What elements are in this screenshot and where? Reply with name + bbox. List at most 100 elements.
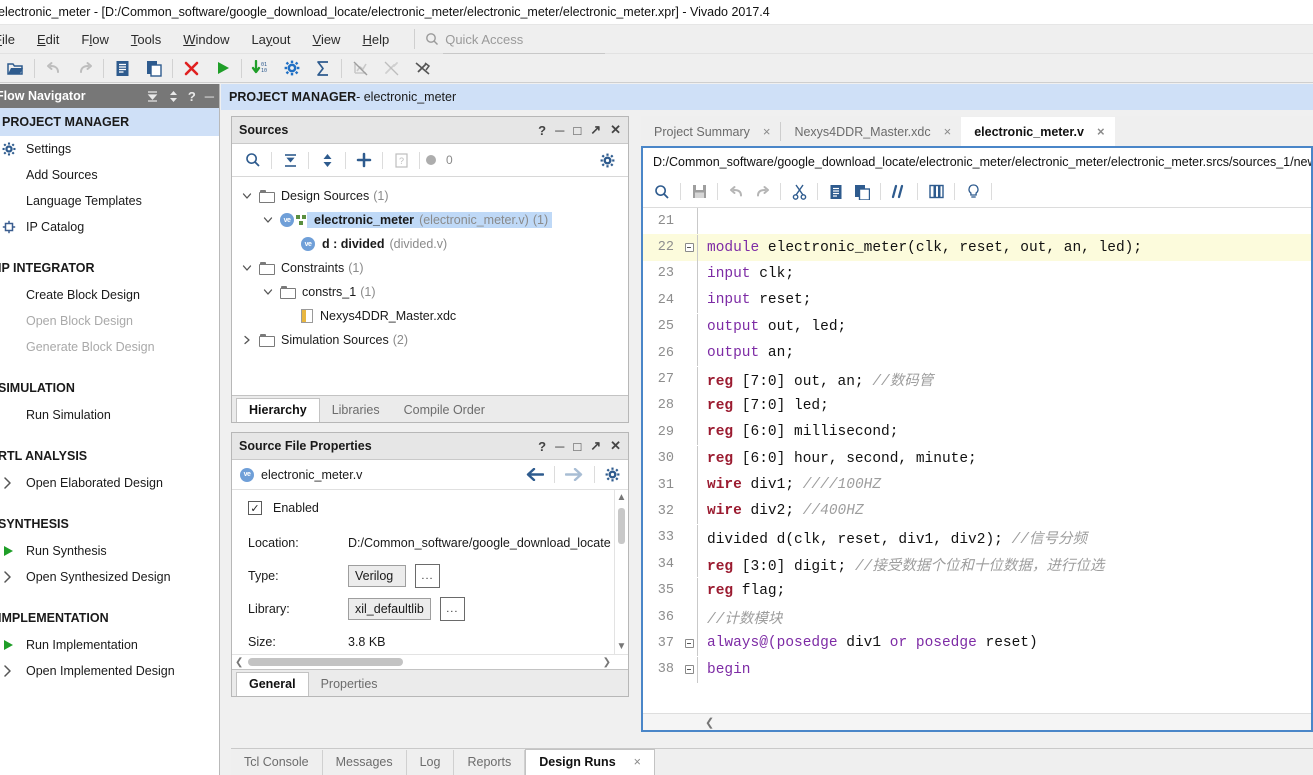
nav-section-rtl-analysis[interactable]: RTL ANALYSIS (0, 442, 219, 470)
open-project-icon[interactable] (0, 55, 31, 82)
code-line[interactable]: 31 wire div1; ////100HZ (643, 472, 1311, 499)
sources-tab-libraries[interactable]: Libraries (320, 399, 392, 422)
save-icon[interactable] (686, 179, 712, 205)
code-line[interactable]: 36 //计数模块 (643, 604, 1311, 631)
bottom-tab-design-runs[interactable]: Design Runs × (525, 749, 655, 775)
gear-icon[interactable] (605, 467, 620, 482)
menu-tools[interactable]: Tools (120, 29, 172, 50)
close-x-icon[interactable] (176, 55, 207, 82)
expand-all-icon[interactable] (314, 147, 340, 173)
settings-gear-icon[interactable] (276, 55, 307, 82)
nav-item-create-block-design[interactable]: Create Block Design (0, 282, 219, 308)
properties-tab-general[interactable]: General (236, 672, 309, 696)
close-icon[interactable]: × (1097, 124, 1105, 139)
scroll-right-icon[interactable]: ❯ (603, 657, 611, 668)
code-line[interactable]: 29 reg [6:0] millisecond; (643, 419, 1311, 446)
code-area[interactable]: 21 22 module electronic_meter(clk, reset, … (643, 208, 1311, 713)
chevron-down-icon[interactable] (261, 287, 275, 297)
nav-section-ip-integrator[interactable]: IP INTEGRATOR (0, 254, 219, 282)
nav-item-run-simulation[interactable]: Run Simulation (0, 402, 219, 428)
properties-vertical-scrollbar[interactable]: ▲ ▼ (614, 490, 628, 654)
collapse-all-icon[interactable] (146, 90, 159, 103)
collapse-all-icon[interactable] (277, 147, 303, 173)
code-line[interactable]: 23 input clk; (643, 260, 1311, 287)
scroll-left-icon[interactable]: ❮ (232, 657, 243, 668)
maximize-icon[interactable]: □ (573, 439, 581, 454)
help-icon[interactable]: ? (538, 439, 546, 454)
chevron-down-icon[interactable] (240, 263, 254, 273)
nav-item-add-sources[interactable]: Add Sources (0, 162, 219, 188)
scrollbar-thumb[interactable] (248, 658, 403, 666)
menu-edit[interactable]: Edit (26, 29, 70, 50)
float-icon[interactable]: ↗ (590, 122, 601, 138)
nav-item-ip-catalog[interactable]: IP Catalog (0, 214, 219, 240)
cut-icon[interactable] (786, 179, 812, 205)
gear-icon[interactable] (594, 147, 620, 173)
minimize-icon[interactable]: ─ (555, 123, 564, 138)
nav-section-project-manager[interactable]: PROJECT MANAGER (0, 108, 219, 136)
code-line[interactable]: 22 module electronic_meter(clk, reset, ou… (643, 234, 1311, 261)
menu-layout[interactable]: Layout (240, 29, 301, 50)
nav-item-open-elaborated-design[interactable]: Open Elaborated Design (0, 470, 219, 496)
chevron-down-icon[interactable] (240, 191, 254, 201)
nav-section-simulation[interactable]: SIMULATION (0, 374, 219, 402)
bottom-tab-reports[interactable]: Reports (454, 750, 526, 775)
tree-node[interactable]: ve electronic_meter (electronic_meter.v) (1… (232, 208, 628, 232)
disconnect-icon[interactable] (407, 55, 438, 82)
undo-icon[interactable] (38, 55, 69, 82)
menu-help[interactable]: Help (351, 29, 400, 50)
tree-node[interactable]: Simulation Sources (2) (232, 328, 628, 352)
menu-flow[interactable]: Flow (70, 29, 119, 50)
close-icon[interactable]: × (763, 124, 771, 139)
indent-icon[interactable] (923, 179, 949, 205)
search-icon[interactable] (649, 179, 675, 205)
help-icon[interactable]: ? (188, 89, 196, 104)
paste-icon[interactable] (849, 179, 875, 205)
scroll-up-icon[interactable]: ▲ (617, 490, 627, 503)
fold-toggle-icon[interactable] (681, 638, 697, 648)
menu-view[interactable]: View (302, 29, 352, 50)
bottom-tab-tcl-console[interactable]: Tcl Console (231, 750, 323, 775)
sources-tab-hierarchy[interactable]: Hierarchy (236, 398, 320, 422)
close-icon[interactable]: × (944, 124, 952, 139)
add-sources-icon[interactable] (351, 147, 377, 173)
nav-item-open-implemented-design[interactable]: Open Implemented Design (0, 658, 219, 684)
nav-item-run-synthesis[interactable]: Run Synthesis (0, 538, 219, 564)
sum-sigma-icon[interactable] (307, 55, 338, 82)
comment-icon[interactable] (886, 179, 912, 205)
undo-icon[interactable] (723, 179, 749, 205)
code-line[interactable]: 35 reg flag; (643, 577, 1311, 604)
nav-section-synthesis[interactable]: SYNTHESIS (0, 510, 219, 538)
editor-tab-nexys4ddr-master-xdc[interactable]: Nexys4DDR_Master.xdc × (781, 117, 962, 146)
minimize-icon[interactable]: ─ (555, 439, 564, 454)
code-line[interactable]: 27 reg [7:0] out, an; //数码管 (643, 366, 1311, 393)
tree-node[interactable]: Constraints (1) (232, 256, 628, 280)
forward-arrow-icon[interactable] (565, 468, 584, 481)
enabled-checkbox[interactable]: ✓ (248, 501, 262, 515)
nav-item-language-templates[interactable]: Language Templates (0, 188, 219, 214)
code-line[interactable]: 38 begin (643, 656, 1311, 683)
sources-tab-compile-order[interactable]: Compile Order (392, 399, 497, 422)
close-icon[interactable]: × (634, 755, 641, 769)
bottom-tab-log[interactable]: Log (407, 750, 455, 775)
nav-item-open-synthesized-design[interactable]: Open Synthesized Design (0, 564, 219, 590)
menu-window[interactable]: Window (172, 29, 240, 50)
properties-tab-properties[interactable]: Properties (309, 673, 390, 696)
nav-item-settings[interactable]: Settings (0, 136, 219, 162)
tree-node[interactable]: Nexys4DDR_Master.xdc (232, 304, 628, 328)
help-icon[interactable]: ? (538, 123, 546, 138)
code-line[interactable]: 33 divided d(clk, reset, div1, div2); //信… (643, 524, 1311, 551)
close-icon[interactable]: ✕ (610, 122, 621, 138)
bottom-tab-messages[interactable]: Messages (323, 750, 407, 775)
redo-icon[interactable] (749, 179, 775, 205)
fold-toggle-icon[interactable] (681, 665, 697, 675)
download-bitstream-icon[interactable]: 01 10 (245, 55, 276, 82)
nav-item-run-implementation[interactable]: Run Implementation (0, 632, 219, 658)
back-arrow-icon[interactable] (525, 468, 544, 481)
code-line[interactable]: 25 output out, led; (643, 313, 1311, 340)
property-value-field[interactable]: xil_defaultlib (348, 597, 431, 620)
scroll-left-icon[interactable]: ❮ (705, 716, 714, 729)
nav-section-implementation[interactable]: IMPLEMENTATION (0, 604, 219, 632)
copy-icon[interactable] (138, 55, 169, 82)
code-line[interactable]: 24 input reset; (643, 287, 1311, 314)
